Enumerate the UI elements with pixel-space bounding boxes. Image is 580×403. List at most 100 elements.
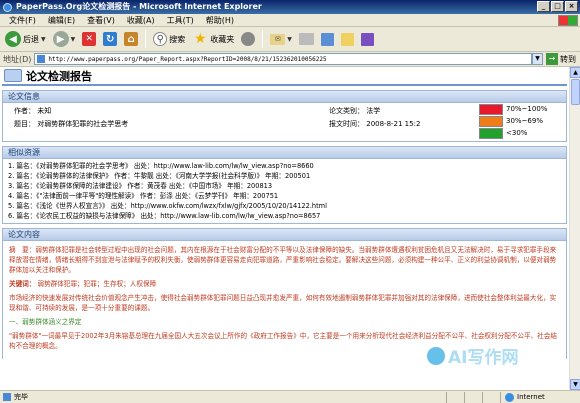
vertical-scrollbar[interactable]: ▲ ▼ [569,67,580,390]
mail-dropdown-icon[interactable]: ▼ [287,36,292,43]
print-button[interactable] [297,29,316,50]
windows-logo-icon [558,15,578,26]
edit-button[interactable] [319,29,336,50]
printer-icon [298,33,314,45]
legend-item: 70%~100% [479,103,569,115]
search-icon: ⚲ [153,32,168,46]
close-button[interactable]: × [565,1,578,12]
scroll-down-icon[interactable]: ▼ [570,379,580,390]
go-arrow-icon: → [546,53,558,65]
address-label: 地址(D) [3,54,32,64]
scroll-thumb[interactable] [571,79,580,105]
stop-button[interactable]: ✕ [80,29,98,50]
back-dropdown-icon[interactable]: ▼ [41,36,46,43]
menu-help[interactable]: 帮助(H) [200,15,240,26]
favorites-star-icon: ★ [193,31,207,47]
paper-content-body: 摘 要：弱势群体犯罪是社会转型过程中出现的社会问题，其内在根源在于社会财富分配的… [3,241,566,359]
scroll-up-icon[interactable]: ▲ [570,67,580,78]
security-zone: Internet [500,391,580,403]
status-cell [464,391,482,403]
toolbar: ◀ 后退 ▼ ▶ ▼ ✕ ↻ ⌂ ⚲ 搜索 ★ 收藏夹 ✉ ▼ [0,27,580,52]
category-label: 论文类别： [329,107,364,115]
search-button[interactable]: ⚲ 搜索 [151,29,187,50]
maximize-button[interactable]: □ [551,1,564,12]
resource-item[interactable]: 6. 篇名：《论农民工权益的缺损与法律保障》 出处：http://www.law… [8,211,566,221]
window-title: PaperPass.Org论文检测报告 - Microsoft Internet… [16,2,262,11]
address-url: http://www.paperpass.org/Paper_Report.as… [48,55,327,63]
legend-label-mid: 30%~69% [506,117,543,125]
toolbar-separator [145,30,147,48]
similar-resources-heading: 相似资源 [3,147,566,159]
address-dropdown-icon[interactable]: ▼ [532,53,543,65]
mail-button[interactable]: ✉ ▼ [268,29,294,50]
header-divider [2,84,567,86]
keywords-label: 关键词： [9,280,36,288]
address-bar: 地址(D) http://www.paperpass.org/Paper_Rep… [0,52,580,67]
author-label: 作者： [14,107,35,115]
status-cell [446,391,464,403]
messenger-button[interactable] [339,29,356,50]
back-arrow-icon: ◀ [5,31,21,47]
resource-item[interactable]: 2. 篇名：《论弱势群体的法律保护》 作者：牛黎靓 出处：《河南大学学报(社会科… [8,171,566,181]
back-label: 后退 [23,34,39,44]
status-page-icon [3,393,11,401]
back-button[interactable]: ◀ 后退 ▼ [3,29,48,50]
minimize-button[interactable]: _ [537,1,550,12]
menu-view[interactable]: 查看(V) [81,15,121,26]
mail-icon: ✉ [270,33,286,45]
resource-item[interactable]: 4. 篇名：《"法律面前一律平等"的理性解读》 作者：彭涤 出处：《云梦学刊》 … [8,191,566,201]
time-row: 报文时间： 2008-8-21 15:2 [329,119,420,129]
internet-globe-icon [505,392,514,402]
paper-info-section: 论文信息 作者： 未知 题目： 对弱势群体犯罪的社会学思考 论文类别： 法学 报… [2,90,567,142]
status-message: 完毕 [0,392,446,402]
menu-file[interactable]: 文件(F) [3,15,42,26]
watermark: AI写作网 [427,343,518,368]
legend-swatch-high [479,103,503,115]
window-titlebar: PaperPass.Org论文检测报告 - Microsoft Internet… [0,0,580,14]
home-icon: ⌂ [124,32,139,46]
zone-label: Internet [517,393,545,401]
refresh-button[interactable]: ↻ [101,29,119,50]
body-paragraph: 市场经济的快速发展对传统社会价值观念产生冲击，使得社会弱势群体犯罪问题日益凸现并… [9,294,557,312]
resource-item[interactable]: 1. 篇名：《对弱势群体犯罪的社会学思考》 出处：http://www.law-… [8,161,566,171]
menu-tools[interactable]: 工具(T) [161,15,200,26]
media-icon [241,32,256,46]
menu-favorites[interactable]: 收藏(A) [121,15,161,26]
legend-label-high: 70%~100% [506,105,548,113]
address-input[interactable]: http://www.paperpass.org/Paper_Report.as… [34,53,532,65]
favorites-label: 收藏夹 [210,34,235,44]
legend-label-low: <30% [506,129,528,137]
title-label: 题目： [14,120,35,128]
title-value: 对弱势群体犯罪的社会学思考 [37,120,129,128]
watermark-text: AI写作网 [448,348,519,368]
legend-item: <30% [479,127,569,139]
abstract-paragraph: 摘 要：弱势群体犯罪是社会转型过程中出现的社会问题，其内在根源在于社会财富分配的… [9,246,557,274]
author-value: 未知 [37,107,52,115]
category-value: 法学 [366,107,381,115]
keywords-value: 弱势群体犯罪；犯罪；生存权；人权保障 [37,280,157,288]
menu-edit[interactable]: 编辑(E) [42,15,81,26]
time-value: 2008-8-21 15:2 [366,120,421,128]
similarity-legend: 70%~100% 30%~69% <30% [479,103,569,139]
forward-button[interactable]: ▶ ▼ [51,29,78,50]
status-cell [482,391,500,403]
page-icon [37,55,46,63]
refresh-icon: ↻ [103,32,118,46]
home-button[interactable]: ⌂ [122,29,140,50]
messenger-icon [340,32,354,46]
window-controls: _ □ × [537,1,578,12]
stop-icon: ✕ [82,32,97,46]
page-content: 论文检测报告 论文信息 作者： 未知 题目： 对弱势群体犯罪的社会学思考 论文类… [0,67,569,390]
discuss-icon [360,32,374,46]
paper-info-heading: 论文信息 [3,91,566,103]
similar-resources-list: 1. 篇名：《对弱势群体犯罪的社会学思考》 出处：http://www.law-… [3,159,566,223]
forward-dropdown-icon[interactable]: ▼ [71,36,76,43]
favorites-button[interactable]: ★ 收藏夹 [190,29,236,50]
discuss-button[interactable] [359,29,376,50]
media-button[interactable] [239,29,257,50]
report-logo-icon [4,69,22,82]
status-bar: 完毕 Internet [0,390,580,403]
resource-item[interactable]: 3. 篇名：《论弱势群体保障的法律建设》 作者：黄茂春 出处：《中国市场》 年期… [8,181,566,191]
go-button[interactable]: → 转到 [546,53,576,65]
resource-item[interactable]: 5. 篇名：《浅论《世界人权宣言》》 出处：http://www.okfw.co… [8,201,566,211]
